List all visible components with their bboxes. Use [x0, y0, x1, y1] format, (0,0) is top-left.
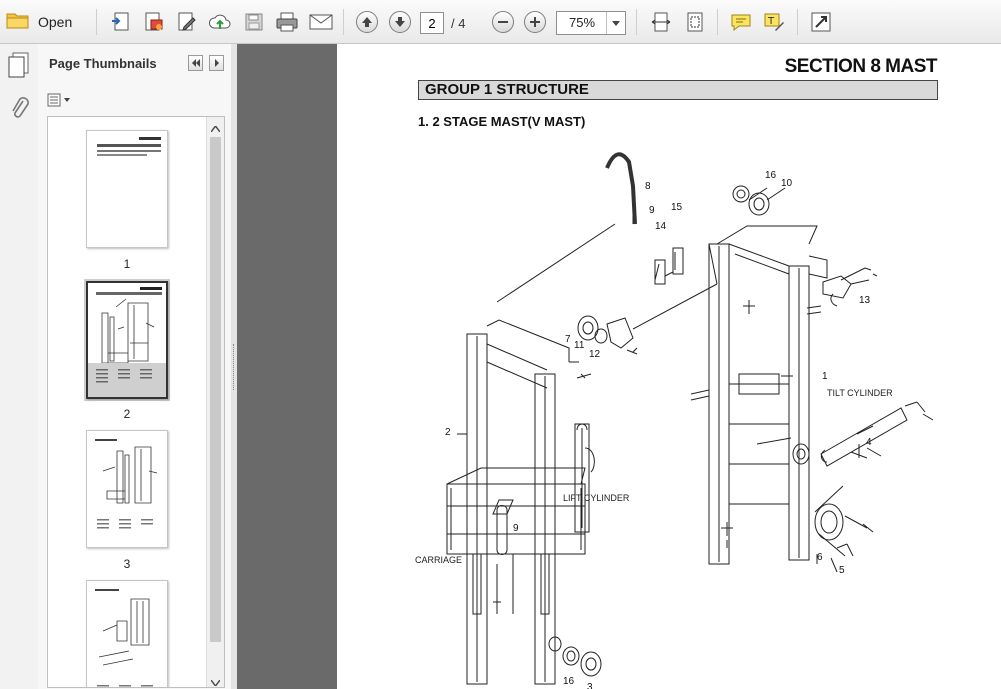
toolbar-separator: [636, 9, 637, 35]
chevron-down-icon[interactable]: [210, 675, 221, 687]
combine-files-icon[interactable]: [141, 8, 167, 35]
thumbnail-number: 3: [123, 557, 131, 571]
highlight-text-icon[interactable]: T: [761, 8, 787, 35]
thumbnail-page-2[interactable]: [86, 281, 168, 399]
next-page-button[interactable]: [388, 8, 412, 35]
expand-icon[interactable]: [808, 8, 834, 35]
thumbnail-page-4[interactable]: [86, 580, 168, 687]
part-number: 16: [765, 170, 777, 181]
part-number: 5: [839, 565, 845, 576]
part-number: 11: [574, 340, 585, 351]
part-number: 13: [859, 295, 871, 306]
panel-title: Page Thumbnails: [49, 56, 157, 71]
part-number: 3: [587, 682, 593, 689]
document-background: [237, 44, 337, 689]
mast-exploded-diagram: [446, 152, 934, 685]
folder-icon: [6, 10, 30, 33]
attachment-paperclip-icon[interactable]: [8, 96, 30, 125]
part-number: 8: [645, 181, 651, 192]
toolbar-separator: [343, 9, 344, 35]
thumbnails-panel: Page Thumbnails 1 2 3: [38, 44, 232, 689]
carriage-label: CARRIAGE: [415, 555, 463, 565]
email-icon[interactable]: [307, 8, 335, 35]
thumbnail-list: 1 2 3: [47, 116, 225, 688]
part-number: 2: [445, 427, 451, 438]
print-icon[interactable]: [274, 8, 300, 35]
save-icon[interactable]: [241, 8, 267, 35]
part-number: 12: [589, 349, 601, 360]
lift-cylinder-label: LIFT CYLINDER: [563, 493, 630, 503]
chevron-down-icon[interactable]: [606, 12, 625, 34]
thumbnail-number: 1: [123, 257, 131, 271]
page-total-label: / 4: [451, 16, 466, 31]
navigation-pane-strip: [0, 44, 39, 689]
minus-icon: [492, 10, 514, 33]
thumbnail-page-3[interactable]: [86, 430, 168, 548]
part-number: 16: [563, 676, 575, 687]
plus-icon: [524, 10, 546, 33]
page-number-input[interactable]: [420, 12, 444, 34]
toolbar-separator: [797, 9, 798, 35]
part-number: 14: [655, 221, 667, 232]
fit-width-icon[interactable]: [648, 8, 674, 35]
part-number: 10: [781, 178, 793, 189]
part-number: 9: [649, 205, 655, 216]
chevron-up-icon[interactable]: [210, 121, 221, 135]
zoom-in-button[interactable]: [523, 8, 547, 35]
thumbnail-page-1[interactable]: [86, 130, 168, 248]
part-number: 6: [817, 552, 823, 563]
fit-page-icon[interactable]: [682, 8, 708, 35]
page-thumbnails-icon[interactable]: [8, 52, 30, 81]
arrow-down-icon: [389, 10, 411, 33]
edit-pdf-icon[interactable]: [174, 8, 200, 35]
zoom-select[interactable]: 75%: [556, 11, 626, 35]
previous-page-button[interactable]: [355, 8, 379, 35]
part-number: 9: [513, 523, 519, 534]
arrow-up-icon: [356, 10, 378, 33]
expand-panel-button[interactable]: [209, 55, 224, 71]
upload-cloud-icon[interactable]: [207, 8, 233, 35]
collapse-panel-button[interactable]: [188, 55, 203, 71]
svg-text:T: T: [767, 16, 775, 27]
scrollbar-thumb[interactable]: [210, 137, 221, 642]
toolbar-separator: [717, 9, 718, 35]
zoom-value: 75%: [568, 15, 596, 30]
thumbnail-scrollbar[interactable]: [206, 117, 224, 687]
toolbar-separator: [96, 9, 97, 35]
open-button[interactable]: Open: [6, 8, 82, 35]
main-toolbar: Open / 4 75%: [0, 0, 1001, 44]
open-label: Open: [38, 13, 73, 30]
splitter-grip: [233, 344, 236, 390]
part-number: 7: [565, 334, 571, 345]
part-number: 15: [671, 202, 683, 213]
thumbnail-options-button[interactable]: [47, 91, 73, 109]
create-pdf-icon[interactable]: [108, 8, 134, 35]
comment-icon[interactable]: [728, 8, 754, 35]
document-page: SECTION 8 MAST GROUP 1 STRUCTURE 1. 2 ST…: [337, 44, 1001, 689]
part-number: 4: [866, 437, 872, 448]
thumbnail-number: 2: [123, 407, 131, 421]
zoom-out-button[interactable]: [491, 8, 515, 35]
part-number: 1: [822, 371, 828, 382]
tilt-cylinder-label: TILT CYLINDER: [827, 388, 893, 398]
